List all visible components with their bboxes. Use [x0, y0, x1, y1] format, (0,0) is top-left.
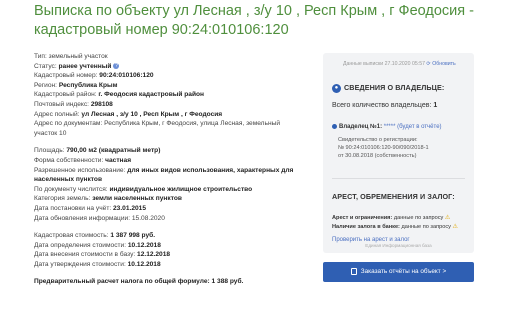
- owner-row: Владелец №1: ***** (будет в отчёте): [332, 123, 442, 132]
- person-icon: ●: [332, 83, 341, 93]
- usage-doc-row: По документу числится: индивидуальное жи…: [34, 185, 253, 193]
- order-report-button[interactable]: Заказать отчёты на объект >: [323, 262, 474, 282]
- refresh-link[interactable]: ⟳ Обновить: [426, 61, 455, 67]
- certificate: Свидетельство о регистрации: № 90:24:010…: [338, 137, 429, 159]
- status-value: ранее учтенный: [58, 62, 112, 70]
- cost-entry-row: Дата внесения стоимости в базу: 12.12.20…: [34, 251, 171, 259]
- ownership-row: Форма собственности: частная: [34, 156, 132, 164]
- type-row: Тип: земельный участок: [34, 53, 108, 60]
- region-row: Регион: Республика Крым: [34, 81, 118, 89]
- cost-approve-row: Дата утверждения стоимости: 10.12.2018: [34, 260, 161, 268]
- cost-date-row: Дата определения стоимости: 10.12.2018: [34, 241, 161, 249]
- object-details: Тип: земельный участок Статус: ранее учт…: [34, 52, 304, 287]
- category-row: Категория земель: земли населенных пункт…: [34, 195, 182, 203]
- status-row: Статус: ранее учтенный?: [34, 62, 120, 70]
- tax-row: Предварительный расчет налога по общей ф…: [34, 278, 244, 286]
- update-date-row: Дата обновления информации: 15.08.2020: [34, 214, 165, 222]
- usage-row: Разрешенное использование: для иных видо…: [34, 166, 294, 184]
- info-panel: Данные выписки 27.10.2020 05:57 ⟳ Обнови…: [323, 53, 474, 253]
- area-row: Площадь: 790,00 м2 (квадратный метр): [34, 147, 161, 155]
- footer-note: Единая Информационная база: [365, 243, 432, 248]
- cad-row: Кадастровый номер: 90:24:010106:120: [34, 72, 154, 80]
- warning-icon: ⚠: [452, 224, 458, 230]
- page-title: Выписка по объекту ул Лесная , з/у 10 , …: [34, 3, 474, 38]
- reg-date-row: Дата постановки на учёт: 23.01.2015: [34, 204, 147, 212]
- divider: [332, 178, 465, 179]
- warning-icon: ⚠: [444, 215, 451, 221]
- bullet-icon: [332, 123, 337, 129]
- address-doc-row: Адрес по документам: Республика Крым, г …: [34, 120, 281, 137]
- arrest-info: Арест и ограничения: данные по запросу ⚠…: [332, 215, 458, 230]
- document-icon: [350, 267, 357, 275]
- owners-total: Всего количество владельцев: 1: [332, 102, 438, 109]
- updated-info: Данные выписки 27.10.2020 05:57 ⟳ Обнови…: [343, 61, 456, 67]
- owners-header: ● СВЕДЕНИЯ О ВЛАДЕЛЬЦЕ:: [332, 83, 444, 93]
- cad-region-row: Кадастровый район: г. Феодосия кадастров…: [34, 91, 205, 99]
- cost-row: Кадастровая стоимость: 1 387 998 руб.: [34, 232, 156, 240]
- address-row: Адрес полный: ул Лесная , з/у 10 , Респ …: [34, 110, 223, 118]
- help-icon[interactable]: ?: [113, 62, 120, 69]
- postal-row: Почтовый индекс: 298108: [34, 100, 113, 108]
- arrest-header: АРЕСТ, ОБРЕМЕНЕНИЯ И ЗАЛОГ:: [332, 192, 455, 201]
